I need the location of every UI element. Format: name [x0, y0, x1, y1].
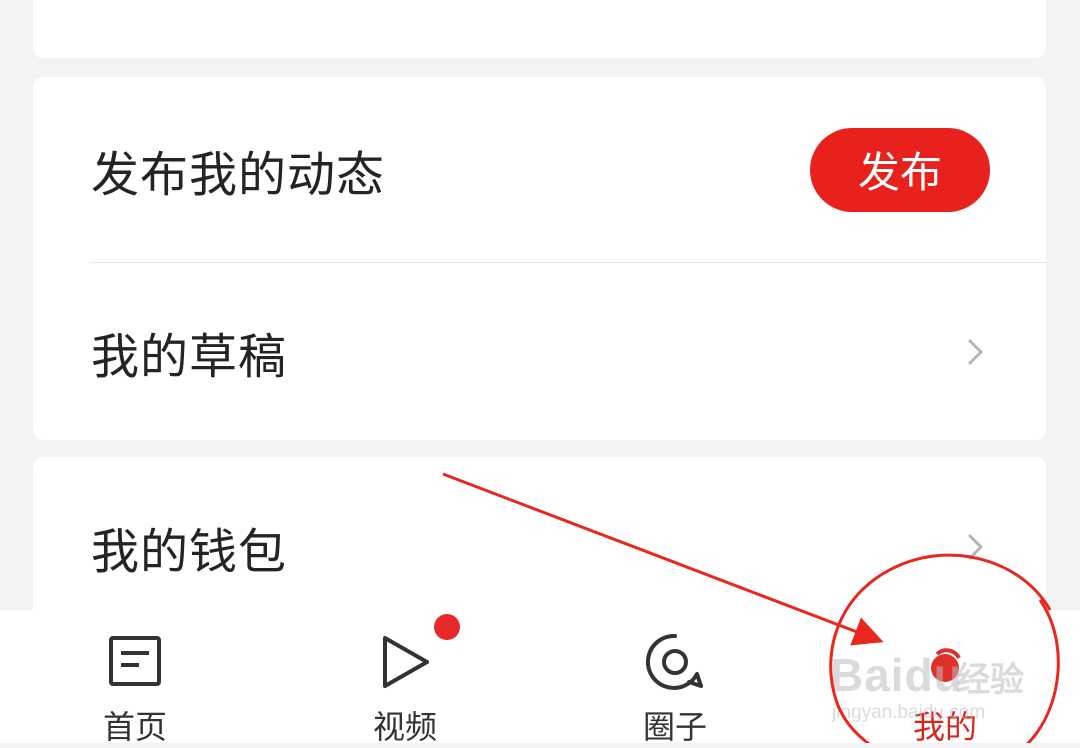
- top-card: [33, 0, 1046, 58]
- tab-video[interactable]: 视频: [315, 610, 495, 746]
- tab-circle[interactable]: 圈子: [585, 610, 765, 746]
- tab-video-label: 视频: [372, 708, 437, 746]
- notification-badge: [434, 614, 460, 640]
- my-drafts-label: 我的草稿: [91, 328, 288, 385]
- tab-circle-label: 圈子: [642, 708, 707, 746]
- my-wallet-label: 我的钱包: [91, 524, 288, 580]
- publish-button[interactable]: 发布: [810, 127, 990, 212]
- publish-post-label: 发布我的动态: [91, 146, 386, 203]
- play-icon: [375, 632, 435, 692]
- my-drafts-row[interactable]: 我的草稿: [33, 263, 1046, 440]
- bottom-tab-bar: 首页 视频 圈子 我的: [0, 610, 1080, 746]
- tab-me[interactable]: 我的: [855, 610, 1035, 746]
- chevron-right-icon: [962, 338, 990, 366]
- tab-home-label: 首页: [102, 708, 167, 746]
- publish-post-row: 发布我的动态 发布: [33, 77, 1046, 262]
- circle-chat-icon: [645, 632, 705, 692]
- menu-card-primary: 发布我的动态 发布 我的草稿: [33, 77, 1046, 440]
- tab-home[interactable]: 首页: [45, 610, 225, 746]
- tab-me-label: 我的: [912, 708, 977, 746]
- document-icon: [105, 632, 165, 692]
- chevron-right-icon: [962, 533, 990, 561]
- profile-icon: [915, 632, 975, 692]
